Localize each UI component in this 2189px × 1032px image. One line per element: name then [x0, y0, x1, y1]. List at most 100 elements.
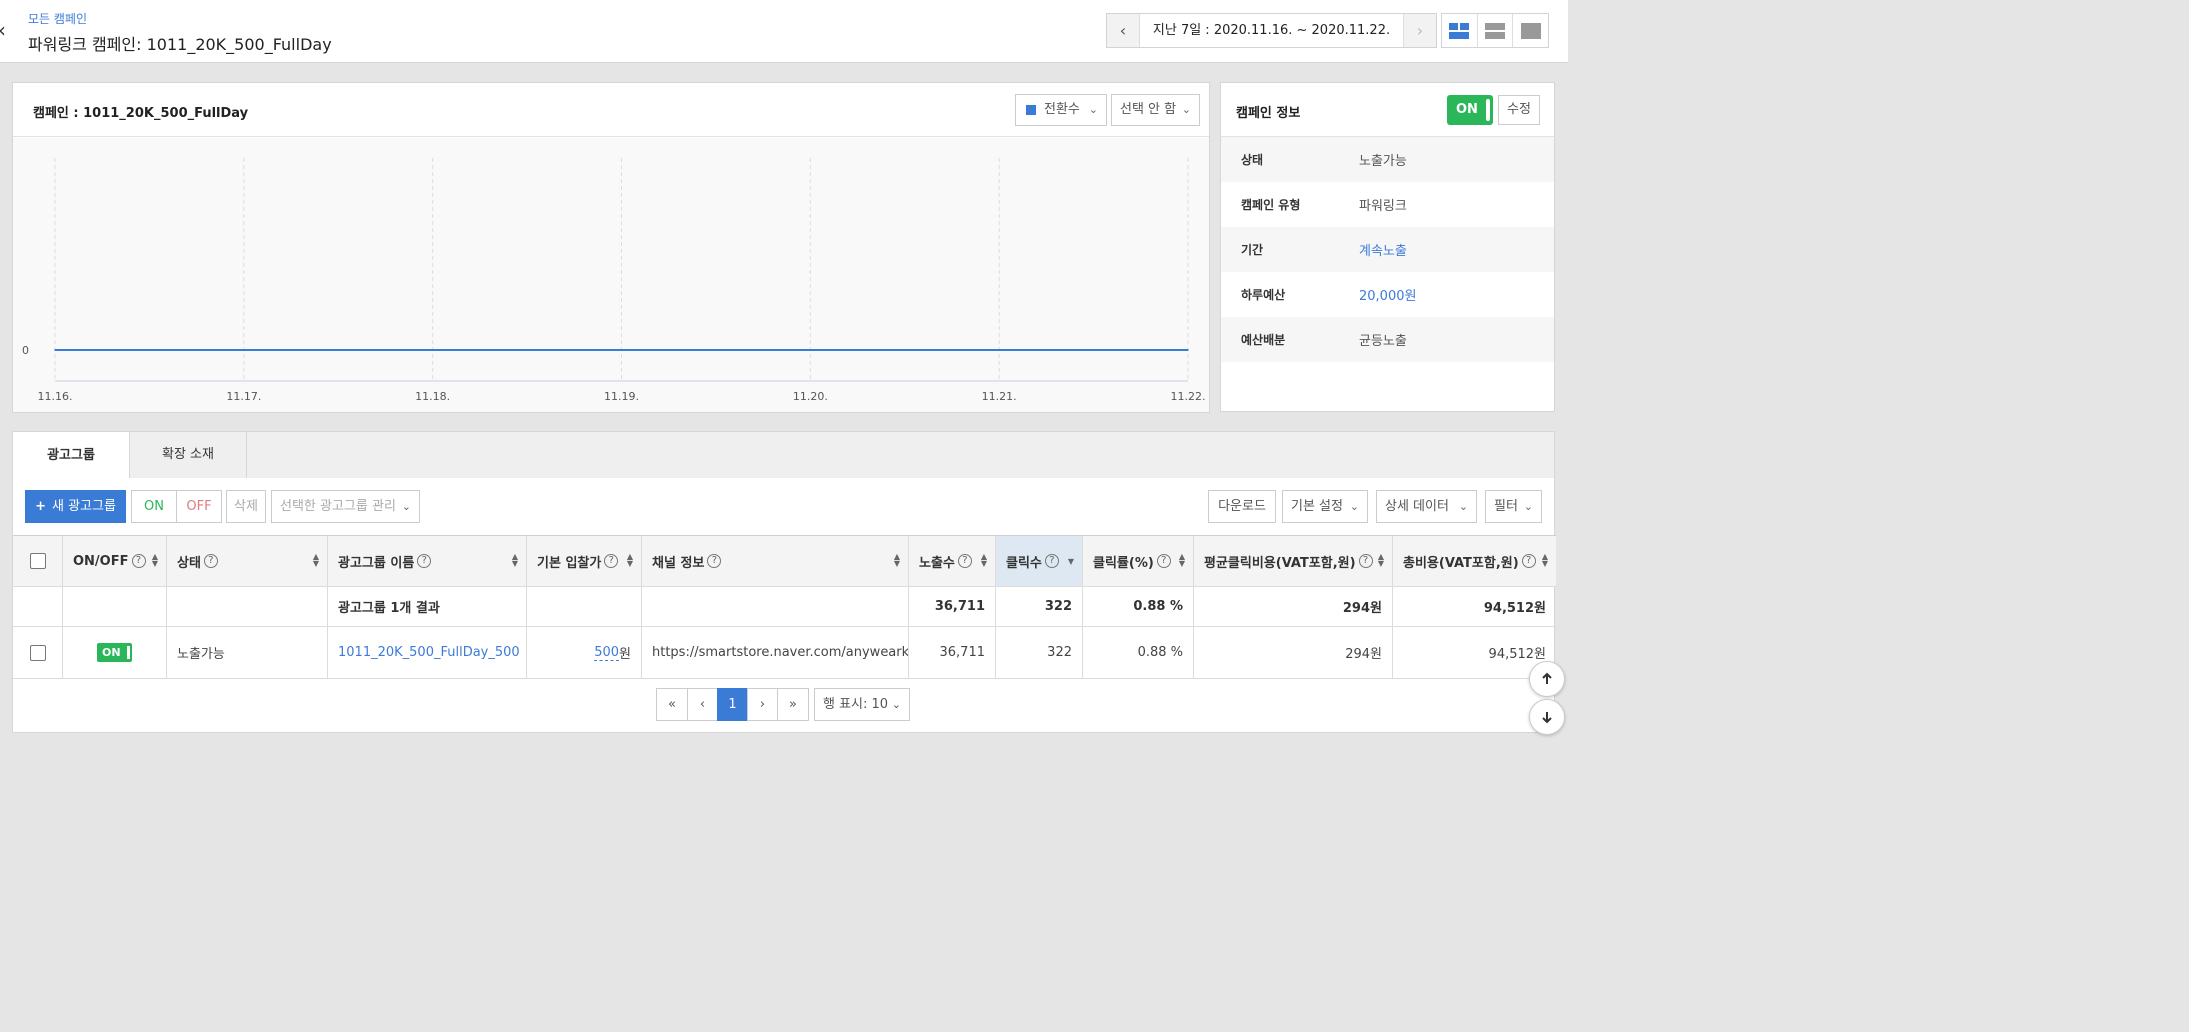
help-icon[interactable]: ?	[1521, 554, 1536, 568]
info-value: 노출가능	[1359, 154, 1407, 169]
header-cpc[interactable]: 평균클릭비용(VAT포함,원)? ▲ ▼	[1194, 536, 1393, 586]
help-icon[interactable]: ?	[417, 554, 432, 568]
breadcrumb[interactable]: 모든 캠페인	[28, 10, 87, 27]
help-icon[interactable]: ?	[131, 554, 146, 568]
header-clicks-label: 클릭수	[1006, 555, 1042, 571]
tab-ad-groups[interactable]: 광고그룹	[12, 431, 130, 480]
row-bid-cell: 500 원	[527, 627, 642, 678]
basic-settings-label: 기본 설정	[1291, 499, 1343, 514]
y-tick-label: 0	[22, 344, 29, 357]
header-bid[interactable]: 기본 입찰가? ▲ ▼	[527, 536, 642, 586]
metric-select[interactable]: 전환수 ⌄	[1015, 94, 1107, 126]
chevron-left-icon: ‹	[0, 18, 6, 42]
bid-value-link[interactable]: 500	[594, 645, 620, 661]
sort-icon: ▲ ▼	[980, 552, 987, 568]
single-view-button[interactable]	[1513, 14, 1548, 47]
data-point	[54, 349, 56, 351]
header-status[interactable]: 상태? ▲ ▼	[167, 536, 328, 586]
download-button[interactable]: 다운로드	[1208, 490, 1276, 523]
campaign-on-toggle[interactable]: ON	[1447, 95, 1493, 125]
detail-data-select[interactable]: 상세 데이터 ⌄	[1376, 490, 1477, 523]
header-cpc-label: 평균클릭비용(VAT포함,원)	[1204, 555, 1356, 571]
delete-button[interactable]: 삭제	[226, 490, 266, 523]
page-title: 파워링크 캠페인: 1011_20K_500_FullDay	[28, 35, 332, 54]
table-row[interactable]: ON 노출가능 1011_20K_500_FullDay_500 500 원 ht…	[13, 627, 1556, 679]
x-tick-label: 11.21.	[982, 390, 1017, 403]
header-onoff[interactable]: ON/OFF? ▲ ▼	[63, 536, 167, 586]
select-all-checkbox[interactable]	[29, 553, 46, 569]
header-ctr[interactable]: 클릭률(%)? ▲ ▼	[1083, 536, 1194, 586]
info-value-link[interactable]: 계속노출	[1359, 240, 1407, 259]
rows-per-page-label: 행 표시: 10	[823, 697, 889, 712]
page-last-button[interactable]: »	[777, 688, 809, 721]
help-icon[interactable]: ?	[604, 554, 619, 568]
chart-title: 캠페인 : 1011_20K_500_FullDay	[33, 106, 249, 121]
row-checkbox[interactable]	[29, 644, 46, 661]
manage-selected-button[interactable]: 선택한 광고그룹 관리 ⌄	[271, 490, 420, 523]
help-icon[interactable]: ?	[203, 554, 218, 568]
table-header-row: ON/OFF? ▲ ▼ 상태? ▲ ▼ 광고그룹 이름? ▲ ▼ 기본 입찰가? ▲ ▼ 채널 …	[13, 535, 1556, 587]
date-next-button[interactable]: ›	[1404, 14, 1436, 47]
scroll-top-button[interactable]	[1529, 661, 1565, 697]
tab-extensions[interactable]: 확장 소재	[130, 431, 247, 479]
page-first-button[interactable]: «	[656, 688, 688, 721]
page-current-button[interactable]: 1	[717, 688, 748, 721]
sort-icon: ▲ ▼	[151, 552, 158, 568]
page-prev-button[interactable]: ‹	[687, 688, 718, 721]
help-icon[interactable]: ?	[1044, 554, 1059, 568]
summary-cell	[63, 587, 167, 626]
arrow-up-icon	[1542, 672, 1552, 684]
edit-button[interactable]: 수정	[1498, 95, 1540, 125]
chevron-down-icon: ⌄	[1181, 103, 1191, 116]
split-view-button[interactable]	[1442, 14, 1478, 47]
data-point	[243, 349, 245, 351]
sort-icon: ▲ ▼	[893, 552, 900, 568]
x-tick-label: 11.22.	[1171, 390, 1206, 403]
new-ad-group-button[interactable]: + 새 광고그룹	[25, 490, 126, 523]
help-icon[interactable]: ?	[957, 554, 972, 568]
date-range-picker[interactable]: ‹ 지난 7일 : 2020.11.16. ~ 2020.11.22. ›	[1106, 13, 1437, 48]
help-icon[interactable]: ?	[1156, 554, 1171, 568]
bid-unit: 원	[619, 647, 631, 662]
filter-label: 필터	[1494, 499, 1518, 514]
ad-group-name-link[interactable]: 1011_20K_500_FullDay_500	[338, 645, 520, 660]
on-button[interactable]: ON	[131, 490, 177, 523]
sort-icon: ▲ ▼	[312, 552, 319, 568]
summary-label: 광고그룹 1개 결과	[328, 587, 527, 626]
date-prev-button[interactable]: ‹	[1107, 14, 1139, 47]
arrow-down-icon	[1542, 712, 1552, 724]
help-icon[interactable]: ?	[1358, 554, 1373, 568]
scroll-bottom-button[interactable]	[1529, 699, 1565, 735]
header-bid-label: 기본 입찰가	[537, 555, 602, 571]
page-next-button[interactable]: ›	[747, 688, 778, 721]
row-toggle-cell: ON	[63, 627, 167, 678]
row-channel: https://smartstore.naver.com/anywearkr	[642, 627, 909, 678]
back-button[interactable]: ‹	[0, 20, 6, 40]
list-view-icon	[1485, 22, 1505, 39]
chevron-down-icon: ⌄	[1523, 500, 1533, 513]
sort-icon: ▲ ▼	[511, 552, 518, 568]
rows-per-page-select[interactable]: 행 표시: 10 ⌄	[814, 688, 910, 721]
sort-icon: ▲ ▼	[1178, 552, 1185, 568]
header-clicks[interactable]: 클릭수? ▼	[996, 536, 1083, 586]
compare-select-label: 선택 안 함	[1120, 102, 1177, 117]
help-icon[interactable]: ?	[707, 554, 722, 568]
view-mode-switch	[1441, 13, 1549, 48]
header-channel[interactable]: 채널 정보? ▲ ▼	[642, 536, 909, 586]
summary-cell	[167, 587, 328, 626]
list-view-button[interactable]	[1478, 14, 1514, 47]
header-cost[interactable]: 총비용(VAT포함,원)? ▲ ▼	[1393, 536, 1556, 586]
header-name[interactable]: 광고그룹 이름? ▲ ▼	[328, 536, 527, 586]
filter-select[interactable]: 필터 ⌄	[1485, 490, 1542, 523]
compare-select[interactable]: 선택 안 함 ⌄	[1111, 94, 1200, 126]
header-cost-label: 총비용(VAT포함,원)	[1403, 555, 1519, 571]
off-button[interactable]: OFF	[176, 490, 222, 523]
toggle-label: ON	[1456, 102, 1478, 117]
info-value-link[interactable]: 20,000원	[1359, 285, 1416, 304]
row-on-toggle[interactable]: ON	[97, 643, 132, 662]
sort-desc-icon: ▼	[1067, 557, 1074, 566]
line-chart: 0 11.16. 11.17. 11.18. 11.19. 11.20. 11.21. 11.…	[22, 158, 1206, 403]
basic-settings-select[interactable]: 기본 설정 ⌄	[1282, 490, 1368, 523]
header-impressions[interactable]: 노출수? ▲ ▼	[909, 536, 996, 586]
date-range-label[interactable]: 지난 7일 : 2020.11.16. ~ 2020.11.22.	[1139, 14, 1404, 47]
